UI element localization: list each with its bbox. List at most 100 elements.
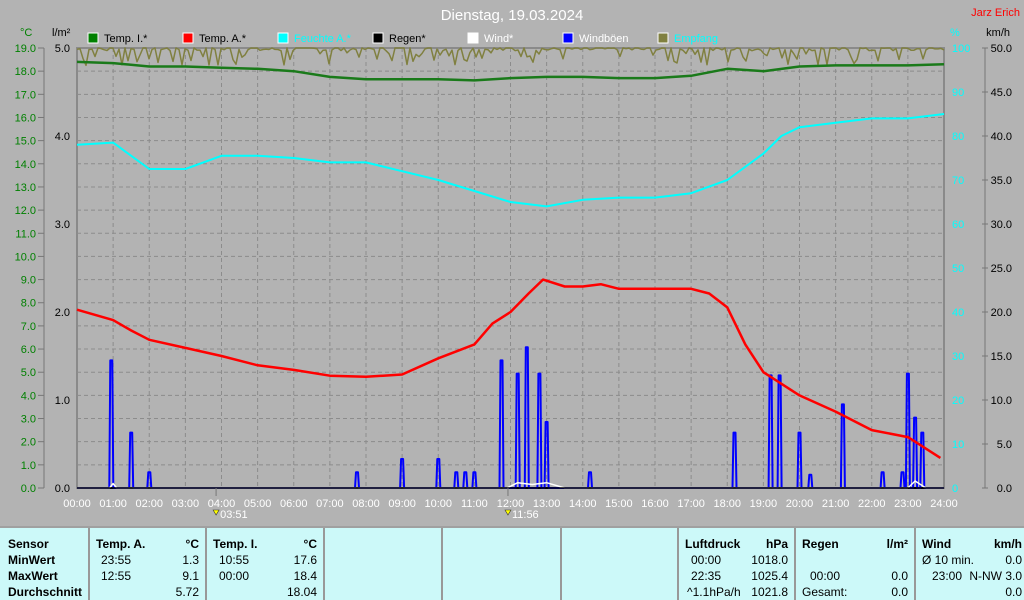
wind-tick-label: 50.0 [991, 43, 1012, 55]
temp-tick-label: 9.0 [21, 275, 36, 287]
rain-unit: l/m² [886, 537, 908, 551]
temp-tick-label: 10.0 [15, 251, 36, 263]
temp-i-header: Temp. I. [213, 537, 258, 551]
rain-tick-label: 4.0 [55, 131, 70, 143]
temp-tick-label: 18.0 [15, 66, 36, 78]
sun-noon-icon [504, 509, 512, 516]
humidity-tick-label: 20 [952, 395, 964, 407]
legend-label: Temp. A.* [199, 33, 247, 45]
pressure-min: 1018.0 [751, 553, 788, 567]
wind-tick-label: 0.0 [997, 483, 1012, 495]
rain-tick-label: 2.0 [55, 307, 70, 319]
time-tick-label: 16:00 [641, 498, 669, 510]
time-tick-label: 06:00 [280, 498, 308, 510]
temp-tick-label: 11.0 [15, 228, 36, 240]
pressure-max: 1025.4 [751, 569, 788, 583]
wind-tick-label: 10.0 [991, 395, 1012, 407]
wind-axis-unit: km/h [986, 27, 1010, 39]
time-tick-label: 11:00 [461, 498, 488, 510]
legend: Temp. I.* Temp. A.* Feuchte A.* Regen* Wind*… [87, 32, 718, 45]
temp-axis-unit: °C [20, 27, 32, 39]
wind-column: Wind km/h Ø 10 min. 0.0 23:00 N-NW 3.0 0… [914, 528, 1024, 600]
empty-column [441, 528, 560, 600]
legend-swatch [657, 32, 669, 44]
temp-tick-label: 3.0 [21, 414, 36, 426]
temp-a-avg: 5.72 [175, 585, 199, 599]
legend-label: Wind* [484, 33, 514, 45]
temp-tick-label: 8.0 [21, 298, 36, 310]
series-temp-a [76, 278, 942, 459]
legend-label: Empfang [674, 33, 718, 45]
temp-tick-label: 7.0 [21, 321, 36, 333]
time-tick-label: 20:00 [786, 498, 814, 510]
wind-tick-label: 35.0 [991, 175, 1012, 187]
legend-label: Windböen [579, 33, 629, 45]
time-tick-label: 02:00 [135, 498, 163, 510]
temp-tick-label: 14.0 [15, 159, 36, 171]
temp-a-min: 1.3 [182, 553, 199, 567]
time-tick-label: 07:00 [316, 498, 344, 510]
pressure-avg: 1021.8 [751, 585, 788, 599]
humidity-tick-label: 40 [952, 307, 964, 319]
temp-a-header: Temp. A. [96, 537, 146, 551]
sensor-header: Sensor [8, 537, 49, 551]
temp-a-min-time: 23:55 [101, 553, 132, 567]
humidity-axis-unit: % [950, 27, 960, 39]
time-tick-label: 15:00 [605, 498, 633, 510]
pressure-unit: hPa [765, 537, 788, 551]
time-tick-label: 23:00 [894, 498, 922, 510]
author-label: Jarz Erich [971, 7, 1020, 19]
rain-header: Regen [802, 537, 839, 551]
pressure-column: Luftdruck hPa 00:00 1018.0 22:35 1025.4 … [677, 528, 794, 600]
humidity-tick-label: 80 [952, 131, 964, 143]
humidity-tick-label: 90 [952, 87, 964, 99]
empty-column [323, 528, 441, 600]
time-tick-label: 10:00 [424, 498, 452, 510]
temp-tick-label: 4.0 [21, 390, 36, 402]
legend-label: Temp. I.* [104, 33, 148, 45]
wind-max: N-NW 3.0 [969, 569, 1022, 583]
time-tick-label: 19:00 [750, 498, 778, 510]
temp-i-max-time: 00:00 [219, 569, 250, 583]
temp-tick-label: 1.0 [21, 460, 36, 472]
time-tick-label: 08:00 [352, 498, 380, 510]
wind-unit: km/h [993, 537, 1022, 551]
temp-a-max: 9.1 [182, 569, 199, 583]
temp-i-column: Temp. I. °C 10:55 17.6 00:00 18.4 18.04 [205, 528, 323, 600]
time-tick-label: 24:00 [930, 498, 958, 510]
temp-i-min: 17.6 [293, 553, 317, 567]
time-tick-label: 03:00 [172, 498, 200, 510]
time-tick-label: 09:00 [388, 498, 416, 510]
temp-tick-label: 19.0 [15, 43, 36, 55]
humidity-tick-label: 10 [952, 439, 964, 451]
rain-axis-unit: l/m² [52, 27, 71, 39]
humidity-tick-label: 60 [952, 219, 964, 231]
legend-swatch [467, 32, 479, 44]
wind-avg: 0.0 [1005, 553, 1022, 567]
temp-tick-label: 15.0 [15, 136, 36, 148]
temp-a-max-time: 12:55 [101, 569, 132, 583]
wind-tick-label: 20.0 [991, 307, 1012, 319]
time-tick-label: 05:00 [244, 498, 272, 510]
row-label-avg: Durchschnitt [8, 585, 83, 599]
wind-avg-label: Ø 10 min. [922, 553, 975, 567]
pressure-header: Luftdruck [685, 537, 741, 551]
temp-tick-label: 0.0 [21, 483, 36, 495]
pressure-min-time: 00:00 [691, 553, 722, 567]
temp-a-unit: °C [185, 537, 199, 551]
wind-last: 0.0 [1005, 585, 1022, 599]
rain-max: 0.0 [891, 569, 908, 583]
wind-tick-label: 45.0 [991, 87, 1012, 99]
grid [76, 47, 945, 489]
rain-tick-label: 3.0 [55, 219, 70, 231]
legend-swatch [87, 32, 99, 44]
wind-tick-label: 5.0 [997, 439, 1012, 451]
temp-i-unit: °C [303, 537, 317, 551]
wind-header: Wind [922, 537, 952, 551]
rain-tick-label: 1.0 [55, 395, 70, 407]
rain-max-time: 00:00 [810, 569, 841, 583]
time-tick-label: 18:00 [713, 498, 741, 510]
legend-label: Regen* [389, 33, 426, 45]
rain-column: Regen l/m² 00:00 0.0 Gesamt: 0.0 [794, 528, 914, 600]
axis-ticks: 0.0 1.0 2.0 3.0 4.0 5.0 6.0 7.0 8.0 9.0 10.0 11.0 12… [15, 43, 1012, 510]
